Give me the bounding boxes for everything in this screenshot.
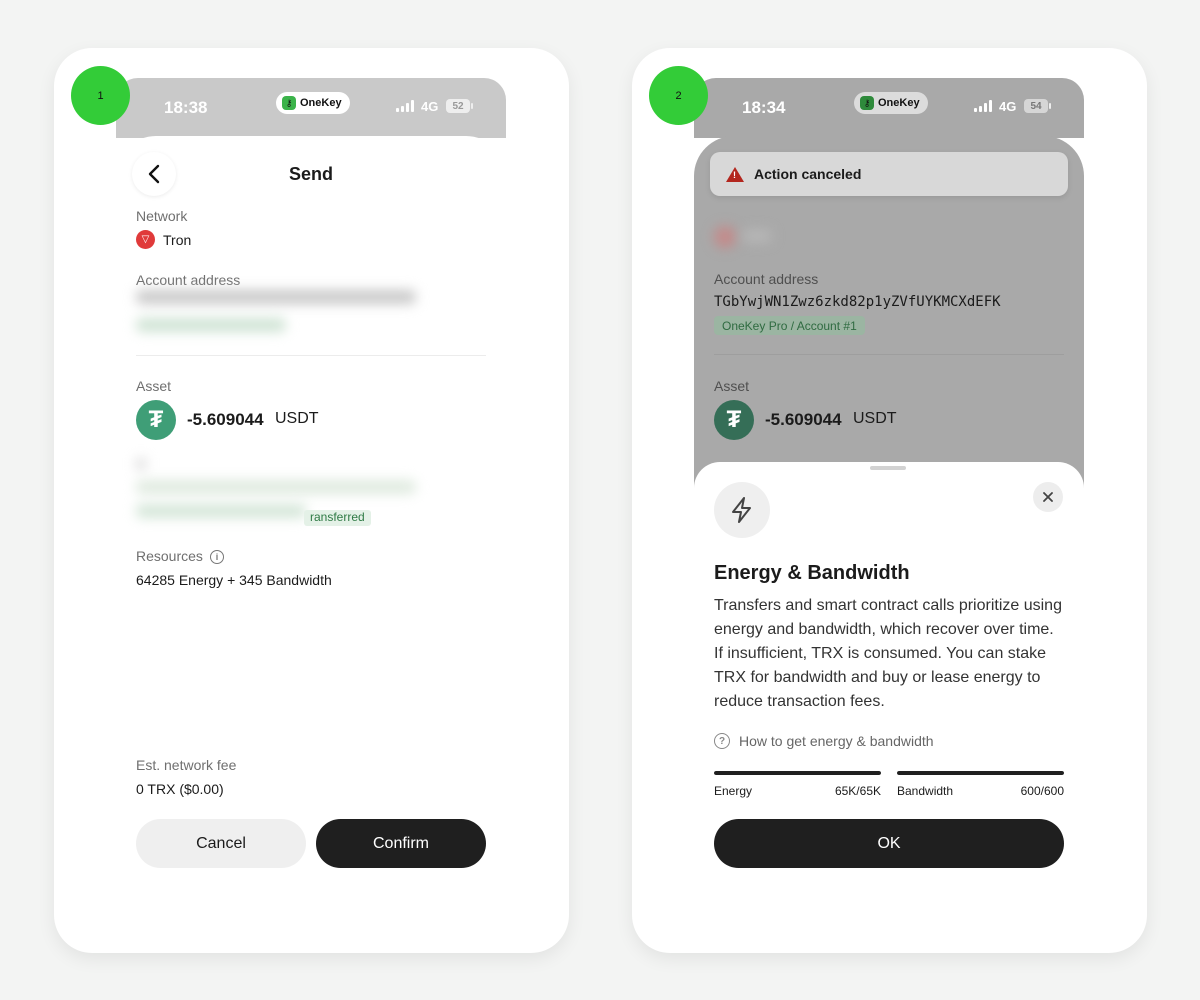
brand-name: OneKey — [878, 97, 920, 109]
phone-screen-send: 18:38 ⚷ OneKey 4G 52 Send Network ▽ Tron… — [116, 78, 506, 868]
onekey-pill: ⚷ OneKey — [276, 92, 350, 114]
account-address-label: Account address — [136, 272, 241, 288]
resources-value: 64285 Energy + 345 Bandwidth — [136, 572, 332, 588]
ok-button[interactable]: OK — [714, 819, 1064, 868]
resources-label: Resources — [136, 548, 203, 564]
battery-icon: 54 — [1024, 99, 1051, 113]
energy-bar-fill — [714, 771, 881, 775]
tether-icon: ₮ — [714, 400, 754, 440]
status-bar: 18:34 ⚷ OneKey 4G 54 — [694, 78, 1084, 138]
question-icon: ? — [714, 733, 730, 749]
onekey-logo-icon: ⚷ — [282, 96, 296, 110]
lightning-bolt-icon — [732, 497, 751, 523]
asset-unit: USDT — [853, 410, 897, 427]
tether-icon: ₮ — [136, 400, 176, 440]
network-value: Tron — [163, 232, 192, 248]
modal-description: Transfers and smart contract calls prior… — [714, 597, 1062, 710]
step-badge-1: 1 — [71, 66, 130, 125]
cancel-button[interactable]: Cancel — [136, 819, 306, 868]
brand-name: OneKey — [300, 97, 342, 109]
warning-icon: ! — [726, 166, 744, 182]
help-link[interactable]: ? How to get energy & bandwidth — [714, 733, 934, 749]
phone-screen-energy-info: 18:34 ⚷ OneKey 4G 54 ! Action canceled A… — [694, 78, 1084, 868]
asset-amount: -5.609044 — [765, 410, 842, 429]
action-canceled-toast: ! Action canceled — [710, 152, 1068, 196]
asset-unit: USDT — [275, 410, 319, 427]
blurred-network-icon — [714, 226, 736, 248]
blurred-address — [136, 290, 416, 304]
energy-bandwidth-modal: Energy & Bandwidth Transfers and smart c… — [694, 462, 1084, 868]
bandwidth-value: 600/600 — [1020, 784, 1064, 798]
onekey-pill: ⚷ OneKey — [854, 92, 928, 114]
asset-label: Asset — [714, 378, 750, 394]
asset-amount: -5.609044 — [187, 410, 264, 429]
bolt-badge — [714, 482, 770, 538]
signal-icon — [974, 100, 992, 112]
fee-label: Est. network fee — [136, 757, 237, 773]
network-type: 4G — [999, 99, 1017, 114]
bandwidth-bar-fill — [897, 771, 1064, 775]
network-type: 4G — [421, 99, 439, 114]
energy-label: Energy — [714, 784, 753, 798]
send-sheet: Send Network ▽ Tron Account address Asse… — [116, 136, 506, 868]
blurred-recipient — [136, 480, 416, 494]
status-time: 18:34 — [742, 98, 786, 117]
account-address-label: Account address — [714, 271, 819, 287]
toast-text: Action canceled — [754, 166, 862, 182]
status-bar: 18:38 ⚷ OneKey 4G 52 — [116, 78, 506, 138]
help-link-text: How to get energy & bandwidth — [739, 733, 934, 749]
account-address: TGbYwjWN1Zwz6zkd82p1yZVfUYKMCXdEFK — [714, 294, 1001, 310]
modal-title: Energy & Bandwidth — [714, 562, 910, 584]
battery-icon: 52 — [446, 99, 473, 113]
drag-handle[interactable] — [870, 466, 906, 470]
confirm-button[interactable]: Confirm — [316, 819, 486, 868]
blurred-network-name — [742, 230, 772, 242]
blurred-label — [136, 458, 146, 470]
step-badge-2: 2 — [649, 66, 708, 125]
onekey-logo-icon: ⚷ — [860, 96, 874, 110]
energy-value: 65K/65K — [834, 784, 881, 798]
close-button[interactable] — [1033, 482, 1063, 512]
bandwidth-label: Bandwidth — [897, 784, 954, 798]
page-title: Send — [288, 164, 333, 184]
energy-meter: Energy 65K/65K — [714, 771, 881, 798]
blurred-recipient-tag — [136, 504, 306, 518]
blurred-account-tag — [136, 318, 286, 332]
signal-icon — [396, 100, 414, 112]
status-time: 18:38 — [164, 98, 208, 117]
divider — [136, 355, 486, 356]
account-tag: OneKey Pro / Account #1 — [714, 316, 865, 335]
bandwidth-meter: Bandwidth 600/600 — [897, 771, 1064, 798]
close-icon — [1043, 492, 1053, 502]
tron-icon: ▽ — [136, 230, 155, 249]
transferred-tag: ransferred — [304, 510, 371, 526]
divider — [714, 354, 1064, 355]
network-label: Network — [136, 208, 188, 224]
asset-label: Asset — [136, 378, 172, 394]
fee-value: 0 TRX ($0.00) — [136, 781, 224, 797]
info-icon[interactable]: i — [210, 550, 224, 564]
